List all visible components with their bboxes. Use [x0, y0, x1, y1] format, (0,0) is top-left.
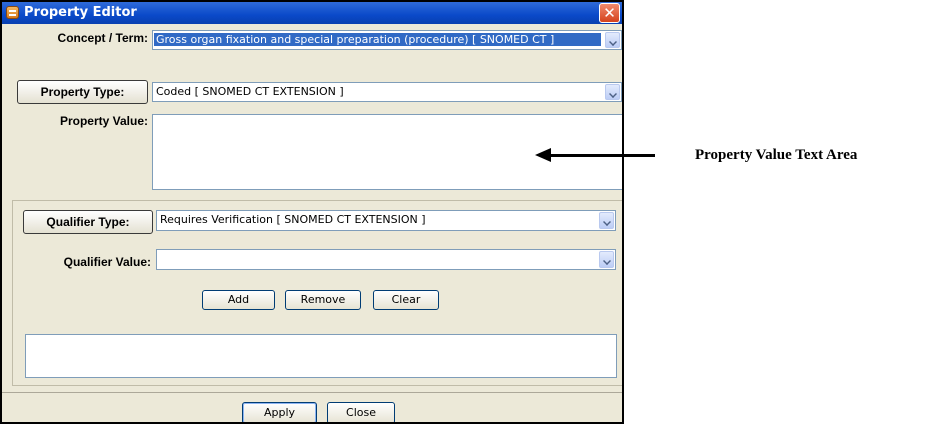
qualifier-type-value: Requires Verification [ SNOMED CT EXTENS…: [160, 213, 426, 226]
add-button[interactable]: Add: [202, 290, 275, 310]
qualifier-value-dropdown-icon[interactable]: [599, 251, 614, 268]
qualifier-type-button[interactable]: Qualifier Type:: [23, 210, 153, 234]
concept-term-value: Gross organ fixation and special prepara…: [154, 33, 601, 46]
qualifier-panel: Qualifier Type: Requires Verification [ …: [12, 200, 622, 386]
qualifier-value-combo[interactable]: [156, 249, 616, 270]
concept-term-dropdown-icon[interactable]: [605, 32, 620, 48]
qualifier-value-label: Qualifier Value:: [63, 255, 151, 269]
property-type-dropdown-icon[interactable]: [605, 84, 620, 100]
property-value-label: Property Value:: [59, 114, 148, 128]
window-title: Property Editor: [24, 5, 137, 20]
qualifier-type-combo[interactable]: Requires Verification [ SNOMED CT EXTENS…: [156, 210, 616, 231]
property-type-value: Coded [ SNOMED CT EXTENSION ]: [156, 85, 344, 98]
qualifier-list-area[interactable]: [25, 334, 617, 378]
title-bar[interactable]: Property Editor ✕: [2, 2, 622, 24]
annotation-caption: Property Value Text Area: [695, 147, 858, 163]
close-button[interactable]: Close: [327, 402, 395, 422]
remove-button[interactable]: Remove: [285, 290, 361, 310]
qualifier-type-dropdown-icon[interactable]: [599, 212, 614, 229]
property-type-button[interactable]: Property Type:: [17, 80, 148, 104]
footer-separator: [2, 392, 622, 393]
property-value-textarea[interactable]: [152, 114, 622, 190]
property-editor-window: Property Editor ✕ Concept / Term: Gross …: [0, 0, 624, 424]
clear-button[interactable]: Clear: [373, 290, 439, 310]
concept-term-label: Concept / Term:: [57, 31, 148, 45]
property-type-combo[interactable]: Coded [ SNOMED CT EXTENSION ]: [152, 82, 622, 102]
concept-term-combo[interactable]: Gross organ fixation and special prepara…: [152, 30, 622, 50]
close-window-button[interactable]: ✕: [599, 3, 620, 23]
annotation-arrow-line: [549, 154, 655, 157]
app-icon: [6, 6, 19, 19]
apply-button[interactable]: Apply: [242, 402, 317, 422]
